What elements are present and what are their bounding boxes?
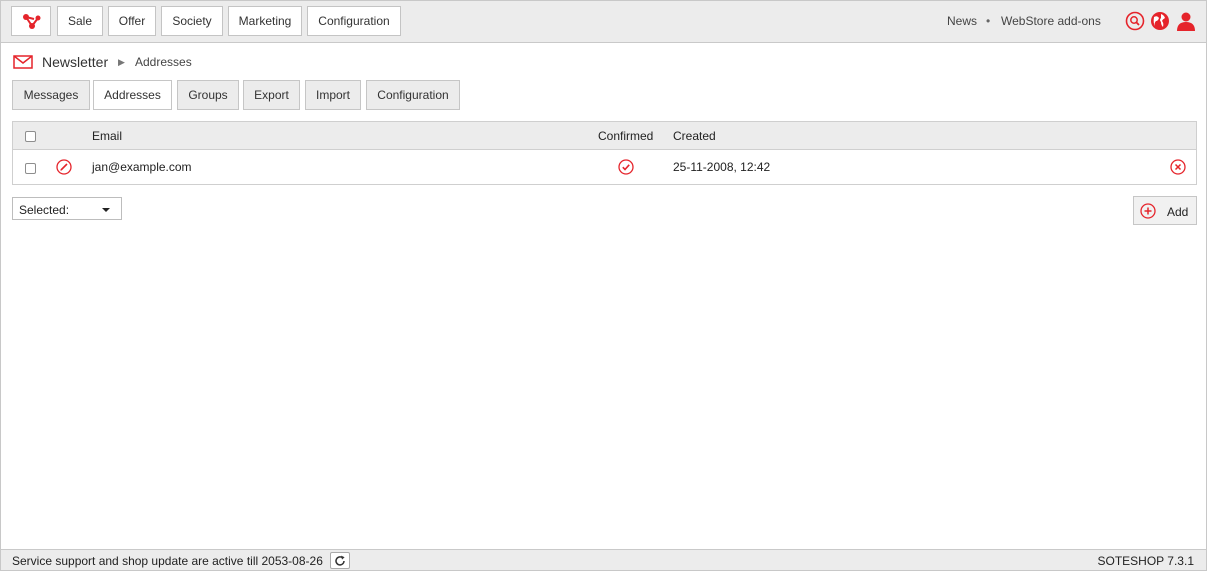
header-created[interactable]: Created	[673, 129, 716, 143]
chevron-down-icon	[102, 208, 110, 212]
globe-icon[interactable]	[1150, 11, 1170, 31]
table-header: Email Confirmed Created	[13, 122, 1196, 150]
row-created: 25-11-2008, 12:42	[673, 160, 771, 174]
add-button[interactable]: Add	[1133, 196, 1197, 225]
app-version: SOTESHOP 7.3.1	[1097, 554, 1195, 568]
refresh-icon	[335, 555, 345, 566]
delete-icon[interactable]	[1170, 159, 1186, 175]
bulk-action-select[interactable]: Selected:	[12, 197, 122, 220]
tab-addresses[interactable]: Addresses	[93, 80, 172, 110]
search-icon[interactable]	[1125, 11, 1145, 31]
newsletter-envelope-icon	[13, 55, 33, 69]
refresh-button[interactable]	[330, 552, 350, 569]
add-button-label: Add	[1167, 205, 1189, 219]
bulk-action-label: Selected:	[19, 203, 70, 217]
tab-import[interactable]: Import	[305, 80, 361, 110]
webstore-addons-link[interactable]: WebStore add-ons	[1001, 14, 1101, 28]
home-logo-button[interactable]	[11, 6, 51, 36]
confirmed-check-icon[interactable]	[618, 159, 634, 175]
top-bar: Sale Offer Society Marketing Configurati…	[1, 1, 1206, 43]
nav-marketing[interactable]: Marketing	[228, 6, 302, 36]
row-checkbox[interactable]	[25, 163, 36, 174]
nav-sale[interactable]: Sale	[57, 6, 103, 36]
tab-configuration[interactable]: Configuration	[366, 80, 460, 110]
tab-export[interactable]: Export	[243, 80, 300, 110]
edit-icon[interactable]	[56, 159, 72, 175]
link-separator: •	[986, 14, 991, 28]
user-icon[interactable]	[1176, 11, 1196, 31]
header-confirmed[interactable]: Confirmed	[598, 129, 653, 143]
breadcrumb-page: Addresses	[135, 55, 192, 69]
select-all-checkbox[interactable]	[25, 131, 36, 142]
tab-groups[interactable]: Groups	[177, 80, 239, 110]
breadcrumb-section[interactable]: Newsletter	[42, 54, 108, 70]
tab-messages[interactable]: Messages	[12, 80, 90, 110]
addresses-table: Email Confirmed Created jan@example.com …	[12, 121, 1197, 185]
news-link[interactable]: News	[947, 14, 977, 28]
nav-offer[interactable]: Offer	[108, 6, 156, 36]
support-status-text: Service support and shop update are acti…	[12, 554, 323, 568]
footer: Service support and shop update are acti…	[1, 549, 1206, 570]
row-email[interactable]: jan@example.com	[92, 160, 192, 174]
nav-society[interactable]: Society	[161, 6, 223, 36]
add-circle-icon	[1140, 203, 1156, 219]
nav-configuration[interactable]: Configuration	[307, 6, 401, 36]
logo-icon	[23, 14, 41, 29]
breadcrumb-arrow-icon: ▶	[118, 57, 125, 67]
header-email[interactable]: Email	[92, 129, 122, 143]
